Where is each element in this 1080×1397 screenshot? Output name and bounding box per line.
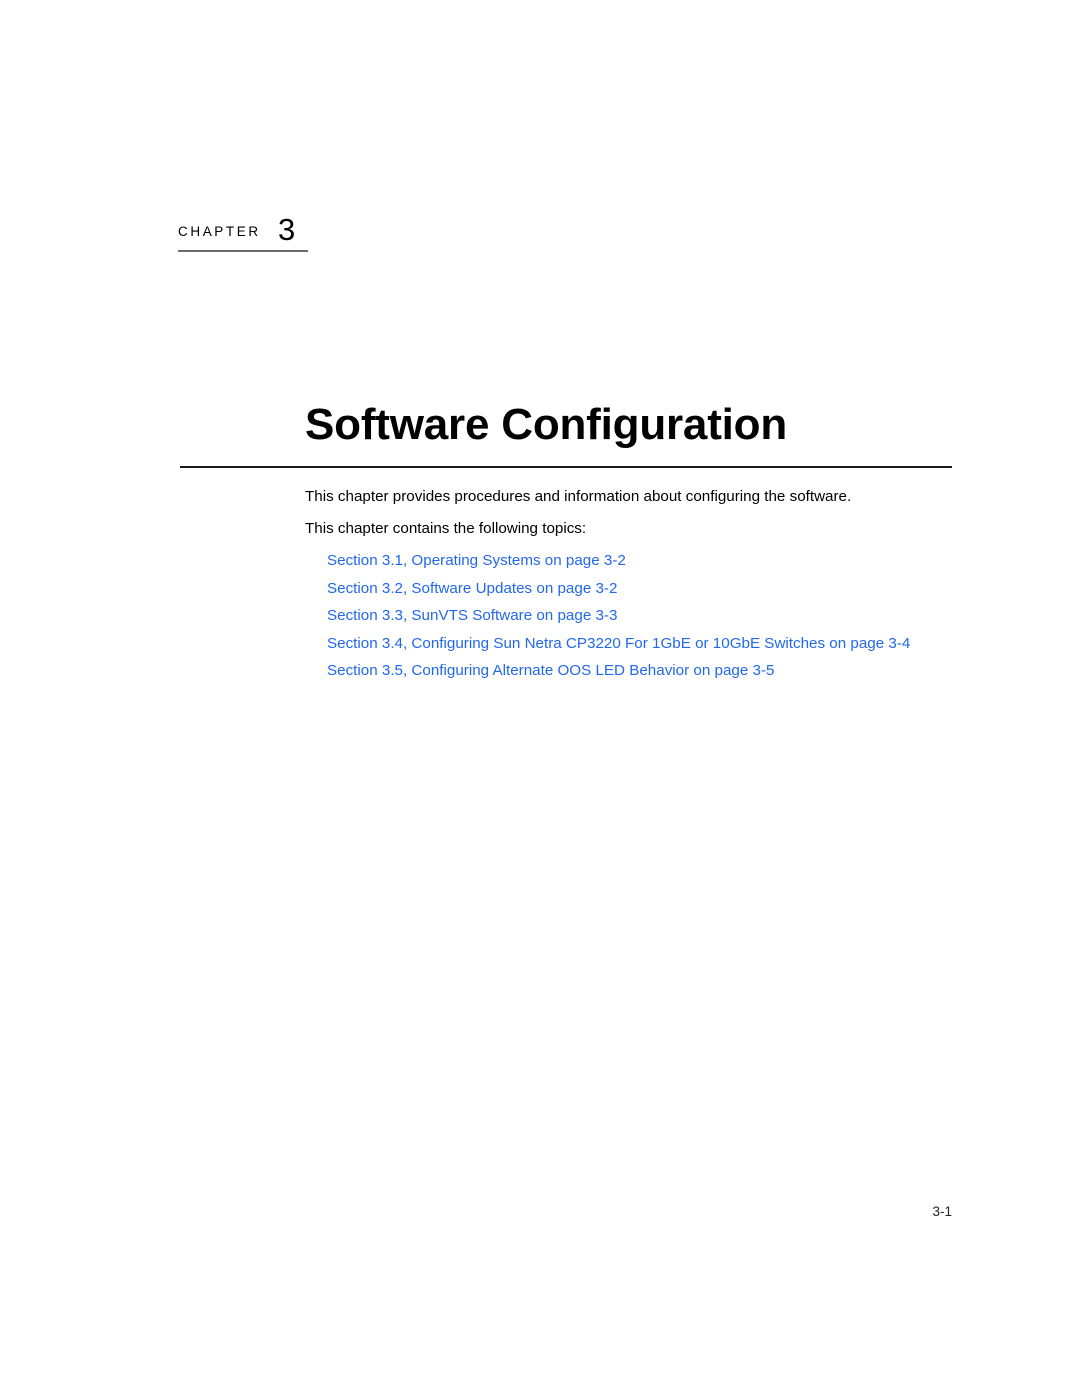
topic-link-list: Section 3.1, Operating Systems on page 3…: [327, 551, 939, 681]
page-title: Software Configuration: [305, 400, 788, 450]
list-item[interactable]: Section 3.1, Operating Systems on page 3…: [327, 551, 939, 571]
list-item[interactable]: Section 3.5, Configuring Alternate OOS L…: [327, 661, 939, 681]
chapter-label: CHAPTER: [178, 224, 261, 239]
chapter-marker-rule: [178, 250, 308, 252]
title-divider-rule: [180, 466, 952, 468]
intro-body: This chapter provides procedures and inf…: [305, 487, 945, 539]
document-page: CHAPTER 3 Software Configuration This ch…: [0, 0, 1080, 1397]
intro-paragraph-1: This chapter provides procedures and inf…: [305, 488, 852, 505]
chapter-number: 3: [278, 212, 296, 247]
list-item[interactable]: Section 3.4, Configuring Sun Netra CP322…: [327, 634, 939, 654]
page-number: 3-1: [932, 1204, 952, 1219]
list-item[interactable]: Section 3.3, SunVTS Software on page 3-3: [327, 606, 939, 626]
intro-paragraph-2: This chapter contains the following topi…: [305, 520, 587, 537]
chapter-marker: CHAPTER 3: [178, 212, 310, 252]
list-item[interactable]: Section 3.2, Software Updates on page 3-…: [327, 579, 939, 599]
